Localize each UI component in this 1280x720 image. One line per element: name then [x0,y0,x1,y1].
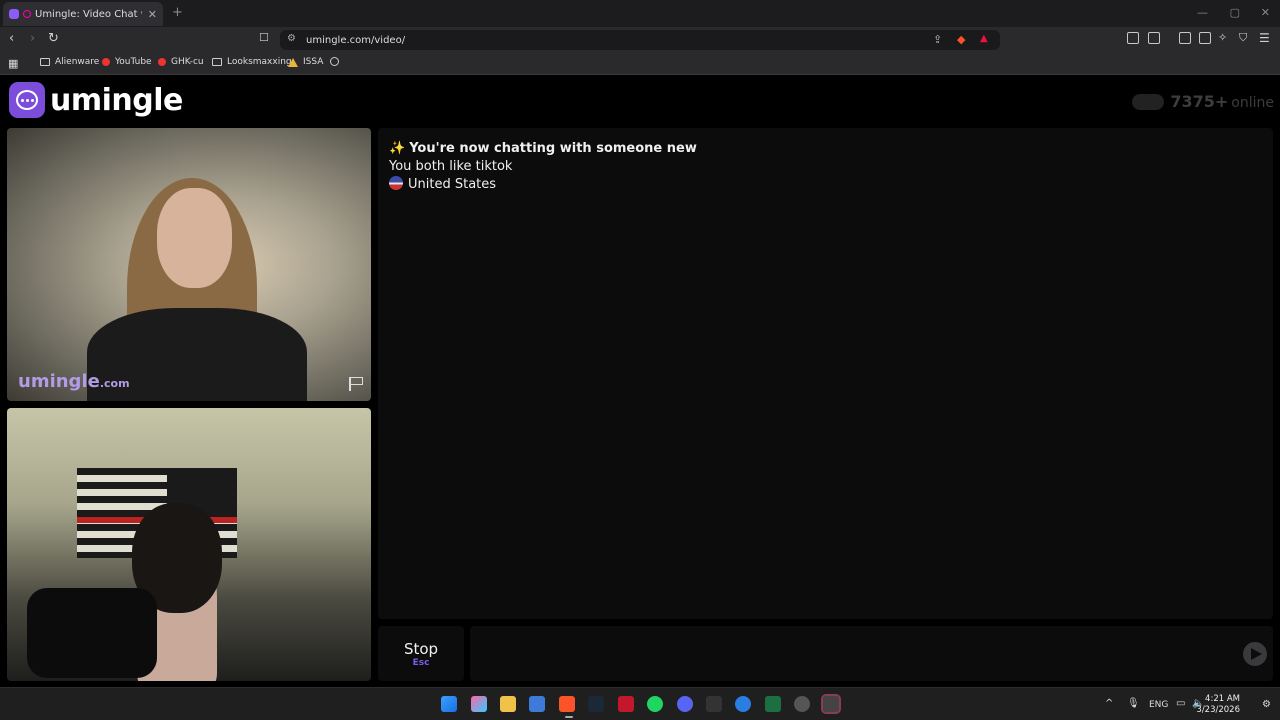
us-flag-icon [389,176,403,190]
share-icon[interactable]: ⇪ [933,33,942,46]
umingle-page: umingle 7375+ online umingle.com ✨ You're… [0,76,1280,687]
close-tab-icon[interactable]: ✕ [148,8,157,21]
tab-title: Umingle: Video Chat with Str [35,8,142,20]
spotify-icon[interactable] [647,696,663,712]
self-video [7,408,371,681]
leo-ai-icon[interactable]: ✧ [1218,31,1227,44]
bookmark-youtube[interactable]: YouTube [102,57,152,67]
address-bar[interactable]: ⚙ umingle.com/video/ ⇪ ◆ ▲ [280,30,1000,50]
stranger-video: umingle.com [7,128,371,401]
back-icon[interactable]: ‹ [9,31,14,46]
sparkle-icon: ✨ [389,141,406,156]
stop-button[interactable]: Stop Esc [378,626,464,681]
youtube-icon [158,58,166,66]
file-explorer-icon[interactable] [500,696,516,712]
clock-date: 3/23/2026 [1196,705,1240,715]
epic-games-active-icon[interactable] [821,694,841,714]
chat-system-message: ✨ You're now chatting with someone new [389,141,697,156]
browser-tab-bar: Umingle: Video Chat with Str ✕ + — ▢ ✕ [0,0,1280,27]
wallet-icon[interactable] [1148,32,1160,44]
windows-taskbar: ^ 🎙 ENG ▭ 🔈 4:21 AM 3/23/2026 ⚙ [0,687,1280,720]
system-clock[interactable]: 4:21 AM 3/23/2026 [1196,694,1240,716]
chat-bubble-icon [9,82,45,118]
send-icon[interactable] [1243,642,1267,666]
sidebar-icon[interactable] [1179,32,1191,44]
notifications-icon[interactable]: ⚙ [1262,699,1271,710]
game-launcher-icon[interactable] [618,696,634,712]
recording-indicator-icon [23,10,31,18]
close-window-icon[interactable]: ✕ [1261,6,1270,19]
steam-icon[interactable] [588,696,604,712]
reload-icon[interactable]: ↻ [48,31,59,46]
online-counter: 7375+ online [1132,92,1274,111]
clock-time: 4:21 AM [1205,694,1240,704]
vpn-icon[interactable]: ⛉ [1239,31,1247,45]
bookmark-alienware[interactable]: Alienware [40,57,99,67]
chat-interest-message: You both like tiktok [389,159,513,174]
site-settings-icon[interactable]: ⚙ [287,33,296,44]
store-icon[interactable] [529,696,545,712]
network-icon[interactable]: ▭ [1176,698,1185,709]
online-toggle[interactable] [1132,93,1165,110]
umingle-favicon [9,9,19,19]
browser-tab[interactable]: Umingle: Video Chat with Str ✕ [3,2,163,26]
language-indicator[interactable]: ENG [1149,700,1168,710]
forward-icon[interactable]: › [30,31,35,46]
bookmark-issa[interactable]: ISSA [288,57,323,67]
maximize-icon[interactable]: ▢ [1230,6,1240,19]
url-text: umingle.com/video/ [306,34,406,46]
tray-overflow-icon[interactable]: ^ [1105,698,1113,709]
extensions-icon[interactable] [1127,32,1139,44]
stop-label: Stop [403,639,439,658]
site-logo[interactable]: umingle [9,82,183,118]
issa-icon [288,57,298,67]
minimize-icon[interactable]: — [1197,6,1208,19]
umingle-watermark: umingle.com [18,371,130,392]
discord-icon[interactable] [677,696,693,712]
edge-icon[interactable] [735,696,751,712]
bookmark-globe[interactable] [330,57,339,66]
folder-icon [212,58,222,66]
message-input[interactable] [470,626,1273,681]
online-count: 7375+ [1170,92,1229,111]
epic-games-icon[interactable] [706,696,722,712]
microphone-icon[interactable]: 🎙 [1127,698,1140,709]
logo-text: umingle [50,82,183,118]
brave-browser-icon[interactable] [559,696,575,712]
menu-icon[interactable]: ☰ [1259,31,1270,45]
globe-icon [330,57,339,66]
copilot-icon[interactable] [471,696,487,712]
folder-icon [40,58,50,66]
bookmark-icon[interactable]: ☐ [259,31,269,44]
start-icon[interactable] [441,696,457,712]
report-flag-icon[interactable] [349,377,363,391]
youtube-icon [102,58,110,66]
apps-grid-icon[interactable]: ▦ [8,57,18,70]
bookmark-looksmaxxing[interactable]: Looksmaxxing [212,57,292,67]
bookmarks-bar: ▦ Alienware YouTube GHK-cu Looksmaxxing … [0,52,1280,75]
browser-nav-bar: ‹ › ↻ ☐ ⚙ umingle.com/video/ ⇪ ◆ ▲ ✧ ⛉ ☰ [0,27,1280,52]
new-tab-icon[interactable]: + [172,5,183,20]
brave-shields-icon[interactable]: ◆ [957,33,965,46]
brave-rewards-icon[interactable]: ▲ [980,33,988,44]
app-icon[interactable] [794,696,810,712]
bookmark-ghk-cu[interactable]: GHK-cu [158,57,204,67]
xbox-icon[interactable] [765,696,781,712]
chat-log: ✨ You're now chatting with someone new Yo… [378,128,1273,619]
reading-list-icon[interactable] [1199,32,1211,44]
stop-shortcut: Esc [412,657,430,668]
chat-country-message: United States [389,176,1262,194]
online-label: online [1231,94,1274,111]
